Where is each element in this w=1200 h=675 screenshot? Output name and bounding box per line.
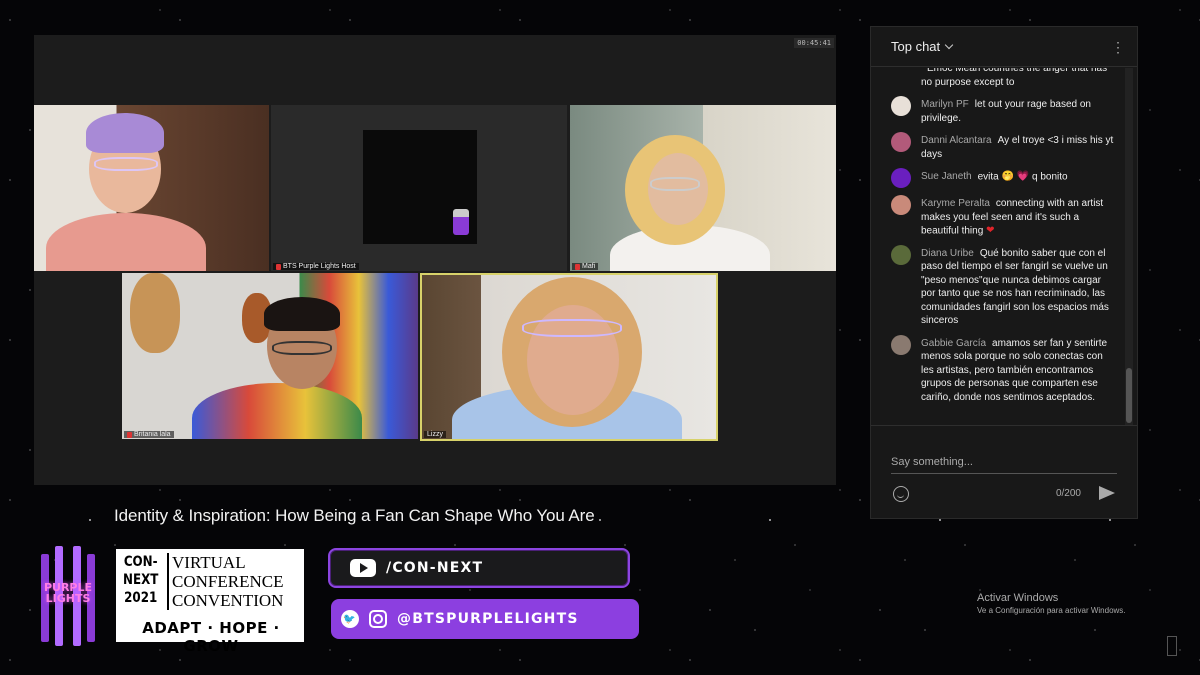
- chat-message: Karyme Peralta connecting with an artist …: [891, 195, 1117, 238]
- chat-message: Emoc Mean countries the anger that has n…: [921, 68, 1108, 88]
- mic-muted-icon: [276, 263, 281, 270]
- con-next-conference-logo: CON- NEXT 2021 VIRTUAL CONFERENCE CONVEN…: [116, 549, 304, 655]
- avatar: [891, 195, 911, 215]
- avatar: [891, 168, 911, 188]
- participant-tile-host[interactable]: BTS Purple Lights Host: [271, 105, 567, 271]
- avatar: [891, 334, 911, 355]
- twitter-icon: 🐦: [341, 610, 359, 628]
- participant-name: Lizzy: [424, 431, 446, 438]
- youtube-handle-banner: /CON-NEXT: [328, 548, 630, 588]
- chat-message-list[interactable]: Emoc Mean countries the anger that has n…: [871, 68, 1125, 425]
- mic-muted-icon: [127, 431, 132, 438]
- corner-logo: [1167, 636, 1177, 656]
- social-handle-banner: 🐦 @BTSPURPLELIGHTS: [331, 599, 639, 639]
- windows-activation-watermark: Activar Windows Ve a Configuración para …: [977, 592, 1126, 615]
- video-meeting-area: 00:45:41 BTS Purple Lights Host Mafi Bri…: [34, 35, 836, 485]
- talk-title: Identity & Inspiration: How Being a Fan …: [114, 506, 595, 525]
- avatar: [891, 132, 911, 152]
- participant-tile-active-speaker[interactable]: Lizzy: [420, 273, 718, 441]
- purple-lights-logo: PURPLE LIGHTS: [37, 546, 99, 646]
- avatar: [891, 96, 911, 116]
- youtube-icon: [350, 559, 376, 577]
- more-options-icon[interactable]: ⋮: [1111, 40, 1125, 54]
- character-count: 0/200: [1055, 488, 1081, 499]
- purple-lights-icon: [453, 209, 469, 235]
- emoji-picker-icon[interactable]: [893, 486, 909, 502]
- participant-tile[interactable]: Britania lala: [122, 273, 418, 439]
- conference-type-text: VIRTUAL CONFERENCE CONVENTION: [167, 553, 301, 610]
- conference-tagline: ADAPT · HOPE · GROW: [142, 619, 280, 655]
- live-chat-panel: Top chat ⋮ Emoc Mean countries the anger…: [870, 26, 1138, 519]
- chat-message: Diana Uribe Qué bonito saber que con el p…: [891, 244, 1117, 328]
- participant-tile[interactable]: [34, 105, 269, 271]
- con-next-year: CON- NEXT 2021: [123, 554, 159, 606]
- instagram-icon: [369, 610, 387, 628]
- chat-input-area: Say something... 0/200: [871, 425, 1137, 518]
- guitar: [130, 273, 180, 353]
- chat-header: Top chat ⋮: [871, 27, 1137, 67]
- chevron-down-icon: [944, 40, 954, 50]
- heart-icon: ❤: [986, 225, 995, 236]
- chat-message: Gabbie García amamos ser fan y sentirte m…: [891, 334, 1117, 405]
- participant-name: Mafi: [572, 263, 599, 270]
- social-handle: @BTSPURPLELIGHTS: [397, 611, 579, 627]
- participant-tile[interactable]: Mafi: [570, 105, 836, 271]
- chat-scrollbar[interactable]: [1125, 68, 1133, 425]
- emoji: 💗: [1016, 171, 1030, 182]
- chat-message: Marilyn PF let out your rage based on pri…: [891, 96, 1117, 125]
- youtube-handle: /CON-NEXT: [386, 560, 484, 576]
- meeting-timer: 00:45:41: [794, 38, 834, 48]
- chat-message-input[interactable]: Say something...: [891, 456, 1117, 474]
- participant-name: Britania lala: [124, 431, 174, 438]
- chat-message: Sue Janeth evita 🤭 💗 q bonito: [891, 168, 1117, 188]
- scrollbar-thumb[interactable]: [1126, 368, 1132, 423]
- chat-message: Danni Alcantara Ay el troye <3 i miss his…: [891, 132, 1117, 161]
- participant-name: BTS Purple Lights Host: [273, 263, 359, 270]
- send-icon[interactable]: [1099, 486, 1115, 500]
- mic-muted-icon: [575, 263, 580, 270]
- chat-mode-dropdown[interactable]: Top chat: [891, 39, 954, 54]
- avatar: [891, 244, 911, 265]
- emoji: 🤭: [1001, 171, 1014, 182]
